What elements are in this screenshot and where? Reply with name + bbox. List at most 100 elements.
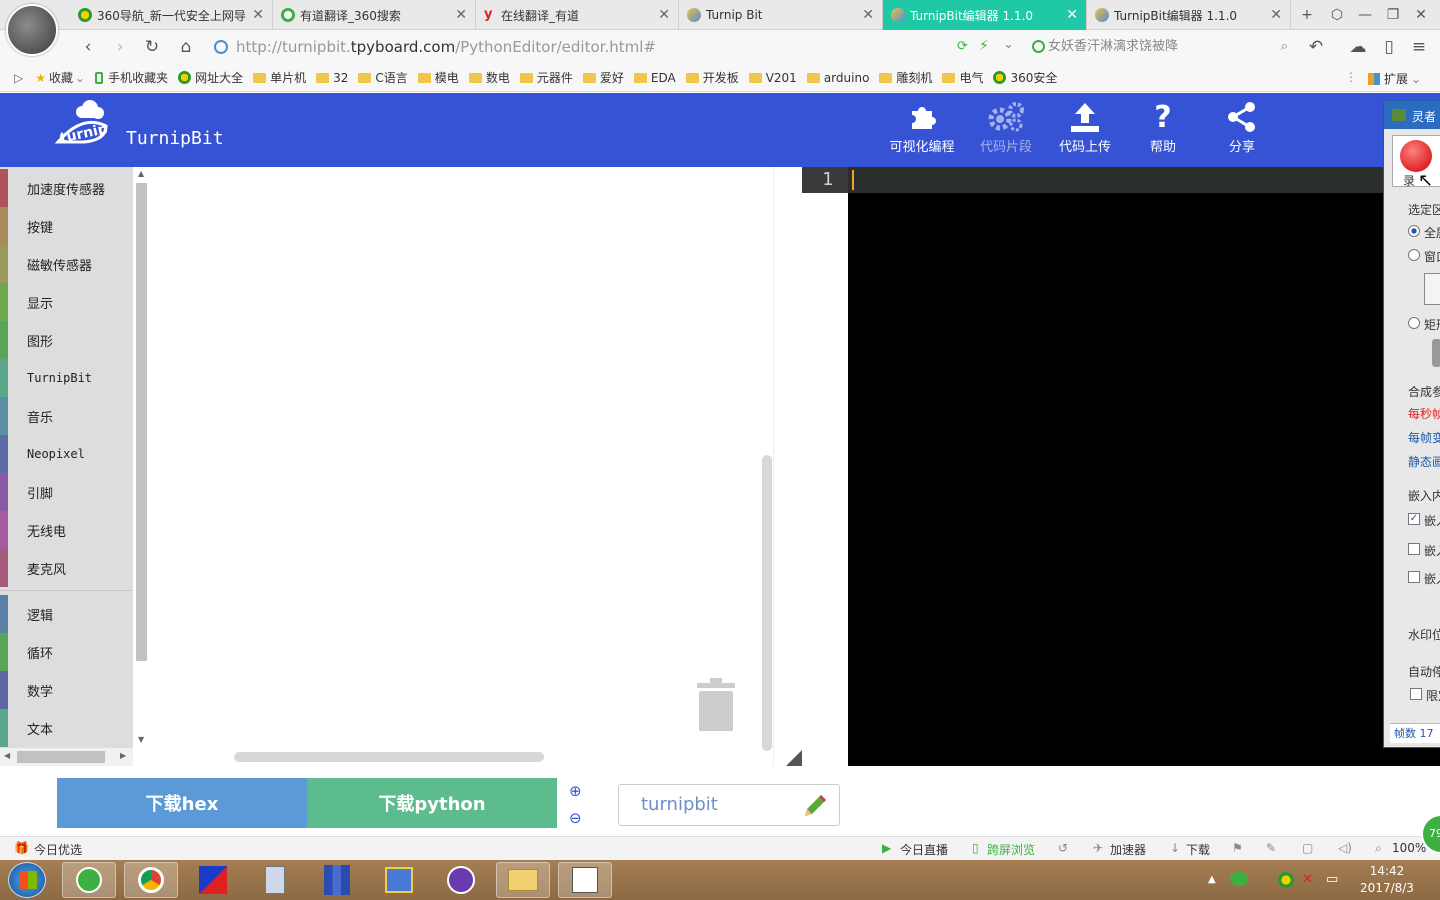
- category-loops[interactable]: 循环: [0, 633, 133, 671]
- share-button[interactable]: 分享: [1202, 98, 1282, 162]
- trash-icon[interactable]: [696, 677, 736, 732]
- static-frame-label[interactable]: 静态画: [1408, 453, 1440, 470]
- refresh-icon[interactable]: ↻: [141, 36, 163, 58]
- bookmark-folder[interactable]: C语言: [358, 69, 408, 86]
- close-tab-icon[interactable]: ✕: [862, 7, 874, 23]
- workspace-vscroll-thumb[interactable]: [762, 455, 772, 751]
- pencil-icon[interactable]: [801, 792, 829, 820]
- rectangle-radio[interactable]: [1408, 317, 1420, 329]
- zoom-in-icon[interactable]: ⊕: [569, 782, 582, 800]
- close-tab-icon[interactable]: ✕: [455, 7, 467, 23]
- category-accelerometer[interactable]: 加速度传感器: [0, 169, 133, 207]
- taskbar-app[interactable]: [434, 862, 488, 898]
- bookmark-folder[interactable]: 元器件: [519, 69, 573, 86]
- close-window-icon[interactable]: ✕: [1411, 5, 1431, 25]
- sidebar-toggle-icon[interactable]: ▷: [14, 71, 23, 85]
- code-editor[interactable]: [802, 167, 1440, 766]
- bookmark-folder[interactable]: V201: [748, 71, 797, 85]
- taskbar-clock[interactable]: 14:42 2017/8/3: [1352, 863, 1422, 897]
- taskbar-360-browser[interactable]: [62, 862, 116, 898]
- speed-mode-icon[interactable]: ⚡: [979, 38, 989, 54]
- action-center-icon[interactable]: ▭: [1326, 872, 1338, 887]
- blocks-workspace[interactable]: [150, 167, 774, 766]
- site-info-icon[interactable]: [214, 40, 228, 54]
- browser-tab[interactable]: y 在线翻译_有道 ✕: [476, 0, 679, 30]
- visual-programming-button[interactable]: 可视化编程: [882, 98, 962, 162]
- search-input[interactable]: 女妖香汗淋漓求饶被降 ⌕: [1030, 34, 1292, 60]
- window-radio[interactable]: [1408, 249, 1420, 261]
- category-turnipbit[interactable]: TurnipBit: [0, 359, 133, 397]
- embed-checkbox-1[interactable]: ✓: [1408, 513, 1420, 525]
- address-dropdown-icon[interactable]: ⌄: [1003, 37, 1014, 52]
- category-music[interactable]: 音乐: [0, 397, 133, 435]
- bookmark-mobile[interactable]: 手机收藏夹: [95, 69, 168, 86]
- category-compass[interactable]: 磁敏传感器: [0, 245, 133, 283]
- taskbar-app[interactable]: [310, 862, 364, 898]
- maximize-icon[interactable]: ❐: [1383, 5, 1403, 25]
- daily-picks-link[interactable]: 今日优选: [34, 841, 82, 858]
- bookmark-item[interactable]: 360安全: [993, 69, 1057, 86]
- live-link[interactable]: 今日直播: [900, 841, 948, 858]
- limit-checkbox[interactable]: [1410, 688, 1422, 700]
- history-icon[interactable]: ↺: [1058, 841, 1068, 855]
- brush-icon[interactable]: ✎: [1266, 841, 1276, 855]
- toolbox-scroll-thumb[interactable]: [136, 183, 147, 661]
- category-image[interactable]: 图形: [0, 321, 133, 359]
- browser-tab[interactable]: 有道翻译_360搜索 ✕: [273, 0, 476, 30]
- more-bookmarks-icon[interactable]: ⋮: [1345, 70, 1357, 84]
- browser-tab[interactable]: Turnip Bit ✕: [679, 0, 883, 30]
- bookmark-folder[interactable]: arduino: [806, 71, 869, 85]
- close-tab-icon[interactable]: ✕: [1066, 7, 1078, 23]
- wechat-icon[interactable]: [1230, 872, 1248, 886]
- taskbar-explorer[interactable]: [496, 862, 550, 898]
- window-picker-icon[interactable]: [1424, 273, 1440, 305]
- bookmark-item[interactable]: 网址大全: [178, 69, 243, 86]
- new-tab-icon[interactable]: +: [1297, 5, 1317, 25]
- 360-tray-icon[interactable]: [1278, 872, 1294, 888]
- toolbox-scrollbar[interactable]: ▲ ▼: [133, 167, 150, 748]
- download-python-button[interactable]: 下载python: [307, 778, 557, 828]
- close-tab-icon[interactable]: ✕: [252, 7, 264, 23]
- close-tab-icon[interactable]: ✕: [1270, 7, 1282, 23]
- minimize-icon[interactable]: —: [1355, 5, 1375, 25]
- home-icon[interactable]: ⌂: [175, 36, 197, 58]
- category-buttons[interactable]: 按键: [0, 207, 133, 245]
- download-link[interactable]: 下载: [1186, 841, 1210, 858]
- tray-expand-icon[interactable]: ▲: [1208, 874, 1216, 885]
- security-icon[interactable]: ⟳: [957, 39, 968, 54]
- restore-tabs-icon[interactable]: ⬡: [1327, 5, 1347, 25]
- cross-screen-link[interactable]: 跨屏浏览: [987, 841, 1035, 858]
- bookmark-folder[interactable]: 开发板: [685, 69, 739, 86]
- bookmark-folder[interactable]: 数电: [468, 69, 510, 86]
- category-display[interactable]: 显示: [0, 283, 133, 321]
- browser-tab[interactable]: TurnipBit编辑器 1.1.0 ✕: [1087, 0, 1291, 30]
- browser-tab-active[interactable]: TurnipBit编辑器 1.1.0 ✕: [883, 0, 1087, 30]
- zoom-level[interactable]: 100%: [1392, 841, 1426, 855]
- bookmark-panel-icon[interactable]: ▯: [1378, 36, 1400, 58]
- browser-tab[interactable]: 360导航_新一代安全上网导 ✕: [70, 0, 273, 30]
- bookmark-folder[interactable]: 模电: [417, 69, 459, 86]
- flag-icon[interactable]: ⚑: [1232, 841, 1243, 855]
- category-pins[interactable]: 引脚: [0, 473, 133, 511]
- bookmark-folder[interactable]: 32: [316, 71, 348, 85]
- bookmark-folder[interactable]: 雕刻机: [879, 69, 932, 86]
- taskbar-chrome[interactable]: [124, 862, 178, 898]
- code-snippets-button[interactable]: 代码片段: [966, 98, 1046, 162]
- category-radio[interactable]: 无线电: [0, 511, 133, 549]
- bookmark-favorites[interactable]: ★ 收藏 ⌄: [35, 69, 85, 86]
- project-name-field[interactable]: turnipbit: [618, 784, 840, 826]
- toolbox-hscroll-thumb[interactable]: [17, 751, 105, 763]
- category-neopixel[interactable]: Neopixel: [0, 435, 133, 473]
- search-icon[interactable]: ⌕: [1281, 34, 1288, 60]
- forward-icon[interactable]: ›: [109, 36, 131, 58]
- volume-icon[interactable]: ◁): [1338, 841, 1352, 855]
- bookmark-folder[interactable]: 单片机: [253, 69, 306, 86]
- user-avatar[interactable]: [6, 4, 58, 56]
- bookmark-folder[interactable]: 爱好: [582, 69, 624, 86]
- category-logic[interactable]: 逻辑: [0, 595, 133, 633]
- fullscreen-radio[interactable]: [1408, 225, 1420, 237]
- embed-checkbox-2[interactable]: [1408, 543, 1420, 555]
- category-text[interactable]: 文本: [0, 709, 133, 747]
- taskbar-app[interactable]: [186, 862, 240, 898]
- network-status-icon[interactable]: ✕: [1302, 872, 1313, 887]
